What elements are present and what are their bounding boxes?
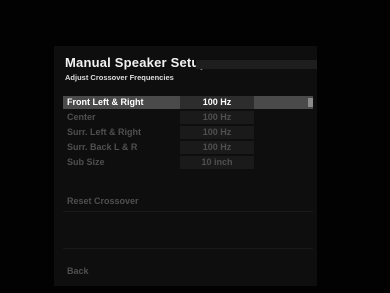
divider [63,248,313,249]
crossover-settings-list: Front Left & Right 100 Hz Center 100 Hz … [63,96,313,171]
setting-surround-left-right[interactable]: Surr. Left & Right 100 Hz [63,126,313,139]
divider [63,211,313,212]
tv-screen: Manual Speaker Setup Adjust Crossover Fr… [0,0,390,293]
setting-value[interactable]: 100 Hz [180,111,254,124]
setting-value[interactable]: 10 inch [180,156,254,169]
setting-label: Front Left & Right [67,97,144,107]
setting-value[interactable]: 100 Hz [180,126,254,139]
selection-indicator [308,98,313,107]
setting-surround-back[interactable]: Surr. Back L & R 100 Hz [63,141,313,154]
page-title: Manual Speaker Setup [65,55,208,70]
back-button[interactable]: Back [67,266,89,276]
setting-label: Surr. Left & Right [67,127,141,137]
setting-label: Center [67,112,96,122]
setting-label: Surr. Back L & R [67,142,138,152]
setting-value[interactable]: 100 Hz [180,96,254,109]
title-divider [196,60,317,69]
reset-crossover-button[interactable]: Reset Crossover [67,196,139,206]
setting-label: Sub Size [67,157,105,167]
setting-value[interactable]: 100 Hz [180,141,254,154]
page-subtitle: Adjust Crossover Frequencies [65,73,174,82]
setting-center[interactable]: Center 100 Hz [63,111,313,124]
setting-sub-size[interactable]: Sub Size 10 inch [63,156,313,169]
setting-front-left-right[interactable]: Front Left & Right 100 Hz [63,96,313,109]
